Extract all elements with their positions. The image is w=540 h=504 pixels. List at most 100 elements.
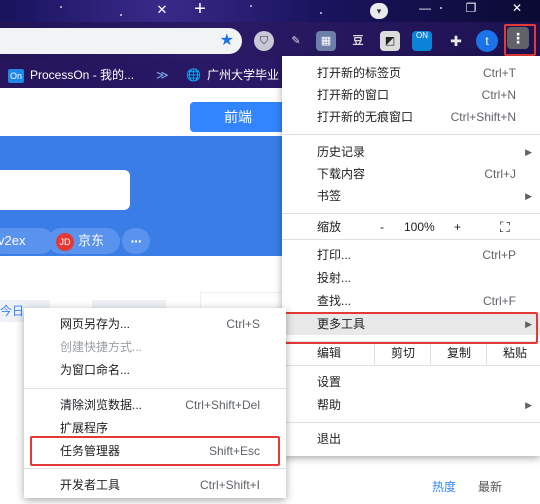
menu-item-label: 打开新的窗口: [317, 88, 390, 102]
submenu-item-clear-data[interactable]: 清除浏览数据... Ctrl+Shift+Del: [24, 394, 286, 416]
menu-divider: [282, 213, 540, 214]
puzzle-ext-icon[interactable]: ✚: [446, 31, 466, 51]
menu-item-label: 打印...: [317, 248, 352, 262]
menu-item-label: 设置: [317, 375, 342, 389]
menu-item-label: 打开新的无痕窗口: [317, 110, 414, 124]
address-bar[interactable]: ★: [0, 28, 242, 54]
shield-ext-icon[interactable]: ⛉: [254, 31, 274, 51]
background-star: [120, 14, 122, 16]
background-star: [250, 5, 252, 7]
profile-avatar[interactable]: t: [476, 30, 498, 52]
menu-item-shortcut: Ctrl+S: [226, 317, 260, 331]
bookmark-gzhu[interactable]: 🌐 广州大学毕业: [186, 66, 279, 84]
window-close-button[interactable]: ✕: [500, 0, 534, 18]
menu-item-label: 开发者工具: [60, 478, 121, 492]
submenu-item-dev-tools[interactable]: 开发者工具 Ctrl+Shift+I: [24, 474, 286, 496]
sort-hot-link[interactable]: 热度: [432, 478, 456, 495]
menu-item-label: 投射...: [317, 271, 352, 285]
cut-button[interactable]: 剪切: [374, 342, 431, 364]
menu-item-edit: 编辑 剪切 复制 粘贴: [282, 342, 540, 364]
menu-divider: [282, 422, 540, 423]
menu-item-shortcut: Ctrl+Shift+Del: [185, 398, 260, 412]
menu-item-shortcut: Ctrl+T: [483, 66, 516, 80]
bookmark-processon[interactable]: On ProcessOn - 我的...: [8, 66, 134, 84]
menu-divider: [24, 468, 286, 469]
menu-item-cast[interactable]: 投射...: [282, 267, 540, 289]
submenu-item-create-shortcut: 创建快捷方式...: [24, 336, 286, 358]
window-minimize-button[interactable]: —: [408, 0, 442, 18]
background-star: [60, 6, 62, 8]
chrome-menu: 打开新的标签页 Ctrl+T 打开新的窗口 Ctrl+N 打开新的无痕窗口 Ct…: [282, 56, 540, 456]
window-maximize-button[interactable]: ❐: [454, 0, 488, 18]
menu-item-downloads[interactable]: 下载内容 Ctrl+J: [282, 163, 540, 185]
more-links-button[interactable]: ···: [122, 228, 150, 254]
jd-icon: JD: [56, 232, 74, 251]
submenu-item-save-page[interactable]: 网页另存为... Ctrl+S: [24, 313, 286, 335]
processon-icon: On: [8, 68, 24, 83]
tab-search-button[interactable]: ▾: [370, 3, 388, 19]
menu-item-label: 打开新的标签页: [317, 66, 402, 80]
dict-ext-icon[interactable]: ◩: [380, 31, 400, 51]
menu-item-exit[interactable]: 退出: [282, 428, 540, 450]
menu-item-shortcut: Ctrl+F: [483, 294, 516, 308]
menu-item-find[interactable]: 查找... Ctrl+F: [282, 290, 540, 312]
menu-item-shortcut: Ctrl+Shift+I: [199, 478, 260, 492]
tab-strip: ✕ + ▾ — ❐ ✕: [0, 0, 540, 22]
image-ext-icon[interactable]: ▦: [316, 31, 336, 51]
zoom-level: 100%: [404, 220, 435, 234]
menu-item-label: 清除浏览数据...: [60, 398, 143, 412]
menu-item-label: 历史记录: [317, 145, 366, 159]
submenu-item-name-window[interactable]: 为窗口命名...: [24, 359, 286, 381]
quick-link-v2ex[interactable]: v2ex: [0, 228, 54, 254]
menu-item-shortcut: Ctrl+P: [482, 248, 516, 262]
page-search-input[interactable]: [0, 170, 130, 210]
copy-button[interactable]: 复制: [430, 342, 487, 364]
menu-item-history[interactable]: 历史记录 ▶: [282, 141, 540, 163]
menu-divider: [282, 365, 540, 366]
paste-button[interactable]: 粘贴: [486, 342, 540, 364]
menu-item-shortcut: Ctrl+N: [481, 88, 516, 102]
menu-item-label: 网页另存为...: [60, 317, 131, 331]
quick-link-jd[interactable]: JD 京东: [48, 228, 120, 254]
menu-item-new-tab[interactable]: 打开新的标签页 Ctrl+T: [282, 62, 540, 84]
on-ext-icon[interactable]: ON: [412, 31, 432, 51]
quick-link-label: 京东: [78, 233, 105, 248]
menu-item-label: 创建快捷方式...: [60, 340, 143, 354]
bean-ext-icon[interactable]: 豆: [348, 31, 368, 51]
double-chevron-icon: ≫: [156, 68, 169, 82]
menu-item-label: 为窗口命名...: [60, 363, 131, 377]
menu-item-zoom: 缩放 - 100% + ⛶: [282, 216, 540, 238]
bookmark-label: ProcessOn - 我的...: [30, 68, 135, 82]
chrome-menu-button[interactable]: ⋮: [507, 27, 529, 49]
new-tab-button[interactable]: +: [186, 0, 214, 20]
menu-item-label: 书签: [317, 189, 342, 203]
menu-divider: [282, 239, 540, 240]
menu-item-settings[interactable]: 设置: [282, 371, 540, 393]
bookmark-star-icon[interactable]: ★: [220, 31, 234, 51]
bookmark-label: 广州大学毕业: [206, 68, 279, 82]
tab-close-icon[interactable]: ✕: [152, 1, 172, 19]
menu-item-label: 编辑: [317, 346, 342, 360]
menu-item-new-window[interactable]: 打开新的窗口 Ctrl+N: [282, 84, 540, 106]
menu-item-print[interactable]: 打印... Ctrl+P: [282, 244, 540, 266]
globe-icon: 🌐: [186, 68, 201, 82]
menu-item-label: 退出: [317, 432, 342, 446]
menu-item-help[interactable]: 帮助 ▶: [282, 394, 540, 416]
sort-new-link[interactable]: 最新: [478, 478, 502, 495]
bookmark-hammer[interactable]: ≫: [156, 66, 173, 84]
more-tools-submenu: 网页另存为... Ctrl+S 创建快捷方式... 为窗口命名... 清除浏览数…: [24, 308, 286, 498]
highlight-box-task-manager: [30, 436, 280, 466]
tab-frontend[interactable]: 前端: [190, 102, 286, 132]
menu-item-bookmarks[interactable]: 书签 ▶: [282, 185, 540, 207]
zoom-in-button[interactable]: +: [454, 216, 461, 238]
submenu-arrow-icon: ▶: [525, 191, 532, 201]
zoom-out-button[interactable]: -: [380, 216, 384, 238]
highlight-box-more-tools: [270, 312, 538, 344]
pen-ext-icon[interactable]: ✎: [286, 31, 306, 51]
menu-item-label: 查找...: [317, 294, 352, 308]
background-star: [320, 12, 322, 14]
menu-divider: [24, 388, 286, 389]
fullscreen-icon[interactable]: ⛶: [500, 216, 510, 238]
menu-divider: [282, 134, 540, 135]
menu-item-incognito[interactable]: 打开新的无痕窗口 Ctrl+Shift+N: [282, 106, 540, 128]
